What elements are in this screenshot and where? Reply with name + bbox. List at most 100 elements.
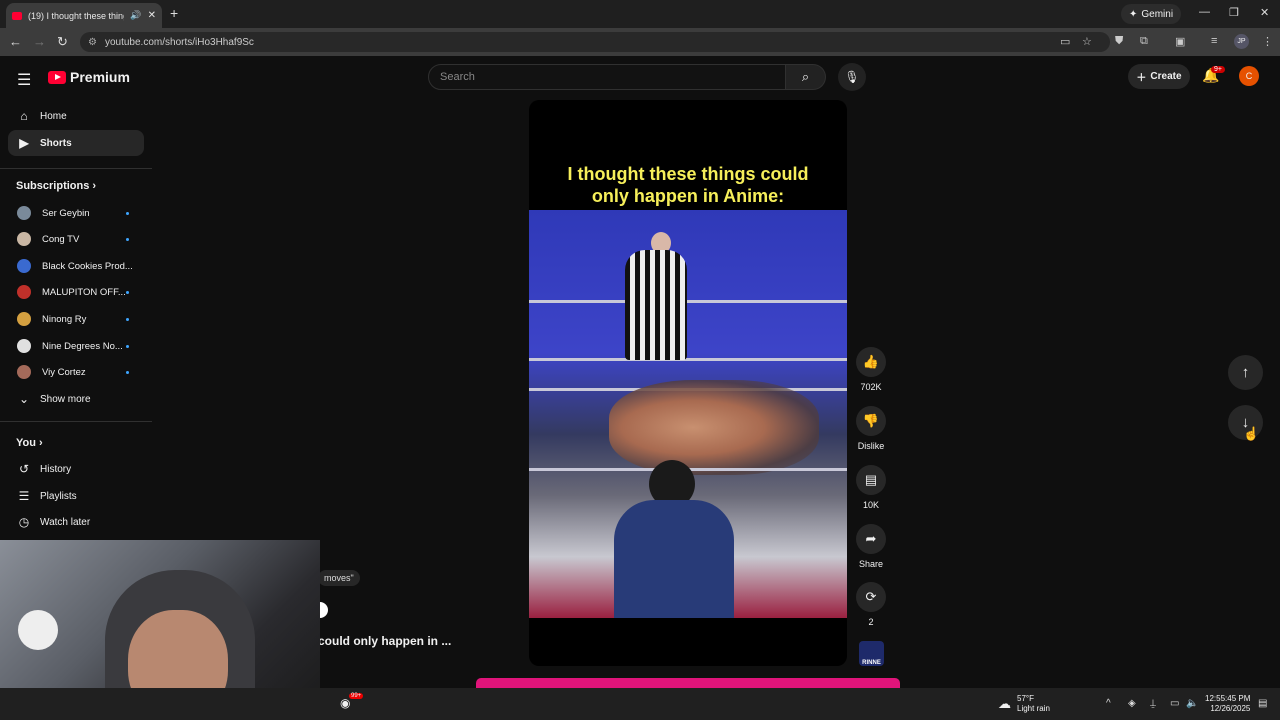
search-button[interactable]: ⌕: [786, 64, 826, 90]
channel-avatar: [17, 339, 31, 353]
extensions-puzzle-icon[interactable]: ⧉: [1140, 35, 1148, 48]
notification-count-badge: 9+: [1211, 66, 1225, 73]
volume-icon[interactable]: 🔈: [1186, 698, 1198, 709]
browser-tab[interactable]: (19) I thought these things 🔊 ✕: [6, 3, 162, 28]
subscription-item[interactable]: Ser Geybin: [8, 201, 144, 225]
site-info-icon[interactable]: ⚙: [88, 37, 97, 48]
url-text: youtube.com/shorts/iHo3Hhaf9Sc: [104, 36, 254, 48]
like-count: 702K: [860, 382, 882, 392]
browser-profile-avatar[interactable]: JP: [1234, 34, 1249, 49]
kebab-menu-icon[interactable]: ⋮: [1262, 35, 1273, 48]
subscription-item[interactable]: Nine Degrees No...: [8, 334, 144, 358]
playlists-icon: ☰: [18, 489, 30, 503]
channel-thumbnail[interactable]: RINNE: [859, 641, 884, 666]
system-clock[interactable]: 12:55:45 PM 12/26/2025: [1205, 694, 1250, 714]
forward-arrow-icon[interactable]: →: [33, 34, 46, 49]
tray-app-icon[interactable]: ◈: [1128, 698, 1136, 709]
thumbs-up-icon: 👍: [856, 347, 886, 377]
plus-icon: ＋: [1136, 73, 1147, 84]
new-content-dot: [126, 211, 129, 215]
short-title-fragment[interactable]: could only happen in ...: [318, 634, 451, 648]
sidebar-item-label: Home: [40, 110, 67, 122]
history-icon: ↺: [18, 462, 30, 476]
video-frame: [529, 210, 847, 618]
youtube-premium-logo[interactable]: Premium: [48, 69, 130, 85]
video-caption: I thought these things could only happen…: [567, 164, 809, 206]
youtube-favicon-icon: [12, 11, 22, 20]
weather-temp: 57°F: [1017, 694, 1034, 703]
tab-title: (19) I thought these things: [28, 10, 125, 21]
channel-avatar: [17, 206, 31, 220]
cast-icon[interactable]: ▭: [1060, 35, 1070, 48]
speaker-icon[interactable]: 🔊: [130, 10, 141, 21]
sidebar-item-label: Shorts: [40, 137, 72, 149]
browser-tab-strip: [0, 0, 1280, 28]
tray-chevron-icon[interactable]: ^: [1106, 698, 1111, 709]
sidebar-item-history[interactable]: ↺ History: [8, 456, 144, 482]
address-bar[interactable]: ⚙ youtube.com/shorts/iHo3Hhaf9Sc: [80, 32, 1110, 52]
extension-shield-icon[interactable]: ⛊: [1115, 35, 1123, 48]
sidebar-item-playlists[interactable]: ☰ Playlists: [8, 483, 144, 509]
subscriptions-heading[interactable]: Subscriptions ›: [16, 180, 96, 192]
create-button[interactable]: ＋ Create: [1128, 64, 1190, 89]
home-icon: ⌂: [20, 109, 28, 123]
weather-widget[interactable]: ☁ 57°F Light rain: [998, 694, 1050, 714]
minimize-button[interactable]: —: [1199, 6, 1210, 18]
back-arrow-icon[interactable]: ←: [9, 34, 22, 49]
gemini-button[interactable]: ✦ Gemini: [1121, 4, 1182, 24]
share-button[interactable]: ➦ Share: [853, 524, 889, 569]
microphone-icon: 🎙: [844, 70, 860, 84]
voice-search-button[interactable]: 🎙: [838, 63, 866, 91]
app-badge: 99+: [349, 693, 364, 699]
comment-count: 10K: [862, 500, 879, 510]
remix-button[interactable]: ⟳ 2: [853, 582, 889, 627]
sidebar-item-home[interactable]: ⌂ Home: [8, 103, 144, 129]
search-input[interactable]: Search: [428, 64, 786, 90]
dislike-button[interactable]: 👎 Dislike: [853, 406, 889, 451]
new-tab-button[interactable]: +: [170, 5, 178, 21]
close-tab-icon[interactable]: ✕: [148, 10, 156, 21]
cloud-rain-icon: ☁: [998, 696, 1011, 711]
restore-button[interactable]: ❐: [1229, 6, 1239, 19]
close-window-button[interactable]: ✕: [1260, 6, 1269, 19]
reload-icon[interactable]: ↻: [57, 34, 68, 50]
share-arrow-icon: ➦: [856, 524, 886, 554]
shorts-icon: ▶: [19, 136, 29, 150]
sound-fragment[interactable]: moves": [318, 570, 360, 586]
sidebar-item-shorts[interactable]: ▶ Shorts: [8, 130, 144, 156]
microphone-tray-icon[interactable]: ⍊: [1150, 698, 1156, 709]
gemini-label: Gemini: [1141, 8, 1174, 20]
search-icon: ⌕: [801, 69, 810, 84]
channel-avatar: [17, 232, 31, 246]
mouse-cursor-icon: ☝: [1243, 426, 1260, 441]
remix-icon: ⟳: [856, 582, 886, 612]
weather-desc: Light rain: [1017, 704, 1050, 713]
new-content-dot: [126, 317, 129, 321]
like-button[interactable]: 👍 702K: [853, 347, 889, 392]
notification-center-icon[interactable]: ▤: [1258, 698, 1267, 709]
subscription-item[interactable]: Viy Cortez: [8, 360, 144, 384]
subscription-item[interactable]: Cong TV: [8, 227, 144, 251]
chevron-down-icon: ⌄: [18, 392, 30, 406]
sparkle-icon: ✦: [1129, 8, 1138, 20]
shorts-video-player[interactable]: I thought these things could only happen…: [529, 100, 847, 666]
tab-search-icon[interactable]: ▣: [1175, 35, 1185, 48]
hamburger-menu-icon[interactable]: ☰: [17, 70, 31, 90]
subscription-item[interactable]: MALUPITON OFF...: [8, 280, 144, 304]
sidebar-item-watch-later[interactable]: ◷ Watch later: [8, 509, 144, 535]
video-progress-bar[interactable]: [476, 678, 900, 688]
previous-short-button[interactable]: ↑: [1228, 355, 1263, 390]
network-icon[interactable]: ▭: [1170, 698, 1179, 709]
bookmark-star-icon[interactable]: ☆: [1082, 35, 1092, 48]
channel-avatar: [17, 312, 31, 326]
comments-button[interactable]: ▤ 10K: [853, 465, 889, 510]
channel-avatar: [17, 365, 31, 379]
account-avatar[interactable]: C: [1239, 66, 1259, 86]
remix-count: 2: [868, 617, 874, 627]
media-queue-icon[interactable]: ≡: [1211, 35, 1217, 47]
show-more-button[interactable]: ⌄ Show more: [8, 386, 144, 412]
you-heading[interactable]: You ›: [16, 437, 43, 449]
new-content-dot: [126, 237, 129, 241]
subscription-item[interactable]: Black Cookies Prod...: [8, 254, 144, 278]
subscription-item[interactable]: Ninong Ry: [8, 307, 144, 331]
